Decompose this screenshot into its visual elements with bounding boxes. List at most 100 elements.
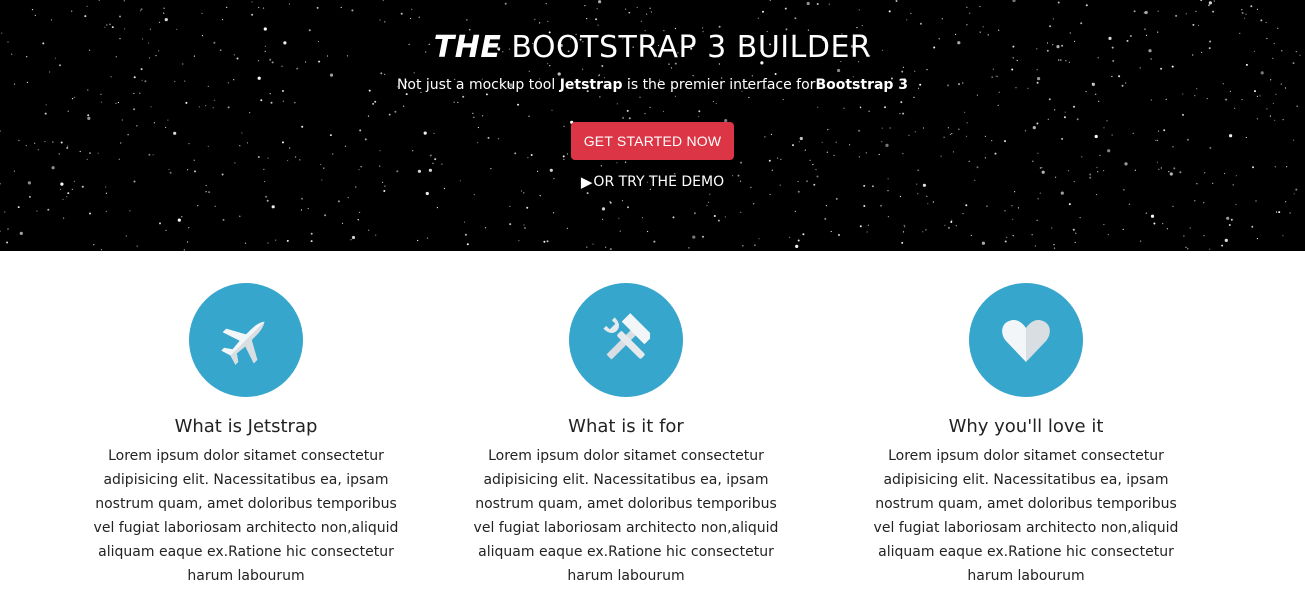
star <box>375 234 377 236</box>
star <box>1189 227 1191 229</box>
star <box>672 216 675 219</box>
star <box>702 235 704 238</box>
get-started-button[interactable]: GET STARTED NOW <box>570 122 735 160</box>
star <box>188 227 190 229</box>
star <box>197 205 199 207</box>
star <box>350 239 352 241</box>
star <box>693 212 696 215</box>
star <box>1103 223 1105 226</box>
star <box>707 201 710 203</box>
star <box>944 224 946 226</box>
try-demo-label: OR TRY THE DEMO <box>593 174 725 190</box>
star <box>265 195 268 198</box>
star <box>794 210 796 212</box>
star <box>307 207 309 210</box>
hero-title-emphasis: THE <box>433 30 502 65</box>
star <box>28 195 31 198</box>
star <box>1183 235 1185 237</box>
star <box>797 239 800 242</box>
star <box>181 216 183 218</box>
hero-subtitle: Not just a mockup tool Jetstrap is the p… <box>0 75 1305 95</box>
star <box>830 230 832 233</box>
star <box>6 241 9 244</box>
star <box>753 203 755 205</box>
star <box>758 238 760 240</box>
star <box>1282 235 1284 237</box>
star <box>742 245 744 247</box>
star <box>341 222 344 224</box>
try-demo-link[interactable]: ▶ OR TRY THE DEMO <box>581 172 724 192</box>
star <box>66 196 68 198</box>
star <box>526 206 529 209</box>
feature-title: Why you'll love it <box>948 416 1104 437</box>
star <box>859 225 862 228</box>
star <box>1004 240 1007 243</box>
hero-banner: THE BOOTSTRAP 3 BUILDER Not just a mocku… <box>0 0 1305 251</box>
hammer-wrench-icon <box>603 313 651 360</box>
star <box>463 221 466 223</box>
star <box>619 230 621 232</box>
star <box>1278 211 1281 214</box>
star <box>337 200 340 203</box>
star <box>641 217 644 219</box>
star <box>1203 235 1205 237</box>
star <box>863 205 866 207</box>
star <box>1285 201 1287 203</box>
star <box>509 205 511 207</box>
star <box>1228 224 1231 226</box>
star <box>4 211 6 213</box>
star <box>1194 200 1196 202</box>
star <box>1275 211 1278 213</box>
star <box>357 219 359 221</box>
star <box>19 231 23 235</box>
star <box>546 240 549 243</box>
star <box>566 227 569 229</box>
star <box>125 235 127 237</box>
star <box>1107 234 1109 236</box>
star <box>754 244 756 246</box>
star <box>466 243 469 246</box>
star <box>222 218 225 221</box>
star <box>904 226 906 228</box>
star <box>1079 217 1081 219</box>
star <box>368 229 370 231</box>
star <box>1251 225 1254 228</box>
star <box>136 245 138 247</box>
star <box>627 206 629 209</box>
star <box>724 216 726 218</box>
star <box>880 204 882 207</box>
star <box>524 227 526 229</box>
star <box>1012 235 1014 237</box>
star <box>835 197 838 200</box>
star <box>1230 218 1233 221</box>
star <box>1224 238 1228 242</box>
heart-icon <box>1002 319 1050 362</box>
star <box>543 240 546 243</box>
star <box>887 216 890 218</box>
star <box>7 228 9 230</box>
feature-what-is-it-for: What is it for Lorem ipsum dolor sitamet… <box>461 283 791 588</box>
star <box>609 201 611 203</box>
star <box>586 192 589 195</box>
star <box>1153 222 1156 225</box>
star <box>1074 241 1076 244</box>
star <box>266 199 269 202</box>
star <box>1162 223 1164 225</box>
star <box>601 207 606 211</box>
star <box>105 210 107 212</box>
star <box>1072 228 1075 231</box>
star <box>1172 205 1174 207</box>
star <box>93 244 95 246</box>
star <box>523 224 525 226</box>
star <box>917 193 919 195</box>
star <box>275 239 277 241</box>
star <box>177 218 181 222</box>
star <box>605 246 607 248</box>
feature-why-love-it: Why you'll love it Lorem ipsum dolor sit… <box>861 283 1191 588</box>
features-section: What is Jetstrap Lorem ipsum dolor sitam… <box>0 251 1305 591</box>
star <box>592 243 594 245</box>
star <box>602 218 604 220</box>
star <box>47 208 50 211</box>
star <box>1051 227 1053 229</box>
star <box>1187 248 1189 250</box>
